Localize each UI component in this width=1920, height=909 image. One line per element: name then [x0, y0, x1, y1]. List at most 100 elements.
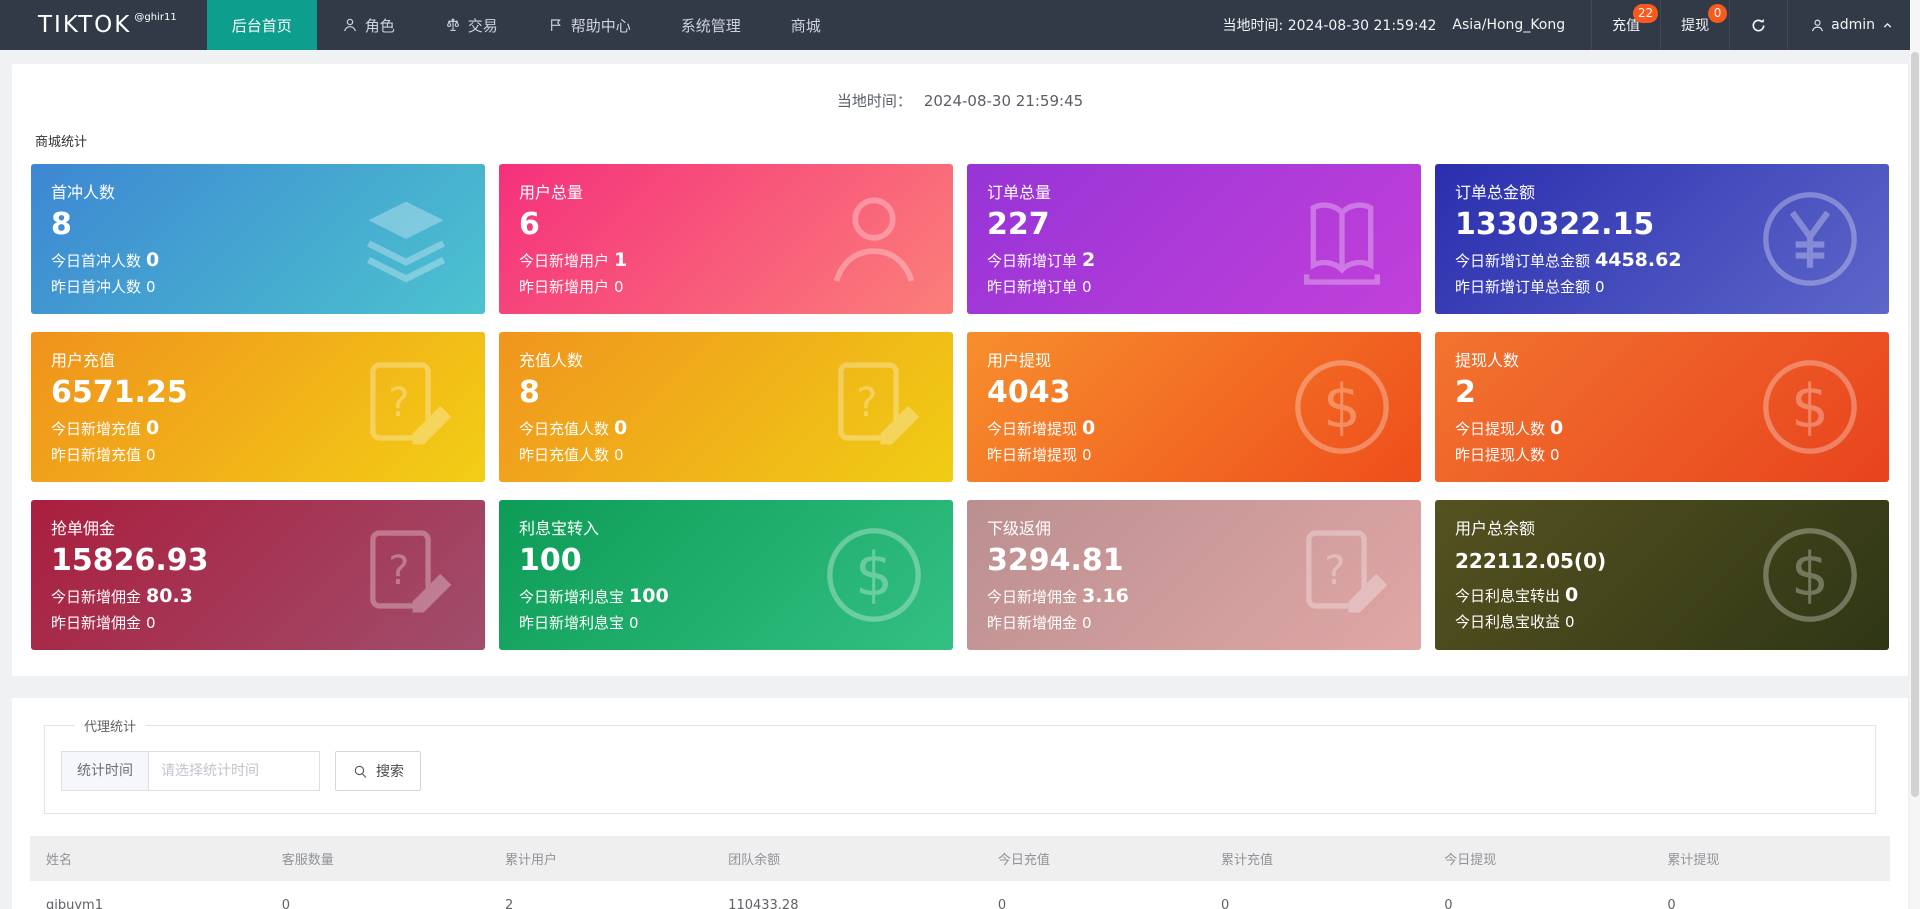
card-line-today-label: 今日新增订单 [987, 251, 1078, 270]
stat-card-9: 利息宝转入 100 今日新增利息宝 100 昨日新增利息宝 0 $ [499, 500, 953, 650]
flag-icon [548, 17, 564, 33]
stat-card-6: 用户提现 4043 今日新增提现 0 昨日新增提现 0 $ [967, 332, 1421, 482]
card-line-yesterday-label: 昨日新增利息宝 [519, 613, 625, 632]
card-line-yesterday-label: 昨日首冲人数 [51, 277, 142, 296]
nav-item-4[interactable]: 系统管理 [656, 0, 766, 50]
table-cell: 0 [1657, 881, 1890, 909]
card-line-today-value: 0 [1550, 416, 1564, 439]
card-line-today-value: 1 [614, 248, 628, 271]
table-cell: 2 [494, 881, 719, 909]
svg-text:?: ? [1324, 548, 1345, 594]
card-line-today-label: 今日利息宝转出 [1455, 587, 1561, 605]
stat-card-11: 用户总余额 222112.05(0) 今日利息宝转出 0 今日利息宝收益 0 $ [1435, 500, 1889, 650]
edit-doc-icon: ? [353, 354, 459, 460]
stat-card-10: 下级返佣 3294.81 今日新增佣金 3.16 昨日新增佣金 0? [967, 500, 1421, 650]
stats-section-title: 商城统计 [35, 135, 88, 150]
edit-doc-icon: ? [353, 522, 459, 628]
card-line-today-value: 0 [1565, 584, 1579, 606]
dollar-icon: $ [1289, 354, 1395, 460]
card-line-today-value: 2 [1082, 248, 1096, 271]
table-header-cell: 累计充值 [1211, 836, 1435, 881]
navbar-local-time-value: 2024-08-30 21:59:42 [1287, 18, 1437, 34]
table-header-cell: 累计用户 [494, 836, 719, 881]
scrollbar-thumb[interactable] [1911, 52, 1919, 798]
recharge-badge: 22 [1632, 4, 1659, 23]
dollar-icon: $ [821, 522, 927, 628]
stat-time-label: 统计时间 [61, 751, 148, 791]
card-line-yesterday-value: 0 [1595, 277, 1605, 296]
navbar-timezone: Asia/Hong_Kong [1452, 17, 1566, 33]
main-content: 当地时间： 2024-08-30 21:59:45 商城统计 首冲人数 8 今日首冲人… [0, 64, 1920, 909]
table-header-cell: 姓名 [30, 836, 272, 881]
svg-text:$: $ [855, 541, 893, 610]
agent-table-head: 姓名 客服数量 累计用户 团队余额 今日充值 累计充值 今日提现 累计提现 [30, 836, 1890, 881]
card-line-yesterday-value: 0 [629, 613, 639, 632]
agent-fieldset: 代理统计 统计时间 搜索 [44, 716, 1876, 814]
scrollbar-track[interactable] [1910, 0, 1920, 909]
card-line-yesterday-value: 0 [146, 613, 156, 632]
card-line-yesterday-label: 昨日新增充值 [51, 445, 142, 464]
nav-menu: 后台首页 角色 交易 帮助中心 系统管理 商城 [206, 0, 846, 50]
card-line-today-label: 今日新增用户 [519, 251, 610, 270]
dollar-icon: $ [1757, 522, 1863, 628]
card-line-today-label: 今日新增订单总金额 [1455, 251, 1591, 270]
card-line-yesterday-value: 0 [614, 277, 624, 296]
card-line-today-label: 今日新增佣金 [51, 587, 142, 606]
stat-card-3: 订单总金额 1330322.15 今日新增订单总金额 4458.62 昨日新增订单总金额… [1435, 164, 1889, 314]
app-logo[interactable]: TIKTOK @ghir11 [0, 0, 207, 50]
yen-icon [1757, 186, 1863, 292]
table-cell: 0 [987, 881, 1212, 909]
nav-item-5[interactable]: 商城 [766, 0, 846, 50]
recharge-link[interactable]: 充值 22 [1591, 0, 1660, 50]
refresh-button[interactable] [1729, 0, 1787, 50]
nav-item-label: 交易 [467, 16, 498, 35]
table-row: qibuym1 0 2 110433.28 0 0 0 0 [30, 881, 1890, 909]
person-icon [1810, 18, 1825, 33]
table-header-cell: 累计提现 [1657, 836, 1890, 881]
stat-card-7: 提现人数 2 今日提现人数 0 昨日提现人数 0 $ [1435, 332, 1889, 482]
table-cell: qibuym1 [30, 881, 272, 909]
card-line-yesterday-label: 今日利息宝收益 [1455, 613, 1561, 631]
table-header-cell: 客服数量 [271, 836, 495, 881]
card-line-today-label: 今日新增利息宝 [519, 587, 625, 606]
nav-item-label: 系统管理 [680, 16, 741, 35]
user-menu[interactable]: admin [1787, 0, 1920, 50]
user-icon [342, 17, 358, 33]
nav-item-2[interactable]: 交易 [420, 0, 523, 50]
navbar-local-time-label: 当地时间: [1222, 18, 1284, 34]
nav-item-1[interactable]: 角色 [317, 0, 420, 50]
card-line-today-value: 80.3 [146, 584, 193, 607]
card-line-yesterday-label: 昨日新增订单 [987, 277, 1078, 296]
search-button-label: 搜索 [376, 764, 404, 780]
svg-text:?: ? [388, 380, 409, 426]
card-line-today-value: 4458.62 [1595, 248, 1682, 271]
nav-item-0[interactable]: 后台首页 [206, 0, 317, 50]
svg-text:?: ? [388, 548, 409, 594]
search-button[interactable]: 搜索 [335, 751, 421, 791]
svg-text:$: $ [1791, 373, 1829, 442]
svg-text:?: ? [856, 380, 877, 426]
card-line-today-label: 今日首冲人数 [51, 251, 142, 270]
agent-search-form: 统计时间 搜索 [61, 751, 1859, 791]
card-line-yesterday-value: 0 [1082, 613, 1092, 632]
card-line-yesterday-value: 0 [1550, 445, 1560, 464]
agent-panel: 代理统计 统计时间 搜索 姓名客服数量累计用户团队余额今日充值累计充值今日提现累… [12, 698, 1908, 909]
card-line-yesterday-label: 昨日新增佣金 [987, 613, 1078, 632]
nav-item-label: 角色 [364, 16, 395, 35]
stat-time-input[interactable] [148, 751, 320, 791]
top-navbar: TIKTOK @ghir11 后台首页 角色 交易 帮助中心 系统管理 商城 当地时间: … [0, 0, 1920, 50]
withdraw-label: 提现 [1681, 18, 1710, 34]
stat-card-4: 用户充值 6571.25 今日新增充值 0 昨日新增充值 0? [31, 332, 485, 482]
nav-item-3[interactable]: 帮助中心 [523, 0, 656, 50]
card-line-yesterday-value: 0 [146, 277, 156, 296]
withdraw-link[interactable]: 提现 0 [1660, 0, 1729, 50]
layers-icon [353, 186, 459, 292]
agent-table: 姓名 客服数量 累计用户 团队余额 今日充值 累计充值 今日提现 累计提现 qibuym1 0 2… [30, 836, 1890, 909]
local-time-display: 当地时间： 2024-08-30 21:59:45 [31, 82, 1889, 131]
card-line-yesterday-label: 昨日提现人数 [1455, 445, 1546, 464]
refresh-icon [1750, 17, 1767, 34]
card-line-today-label: 今日提现人数 [1455, 419, 1546, 438]
card-line-today-value: 0 [146, 248, 160, 271]
table-cell: 0 [271, 881, 495, 909]
table-cell: 0 [1211, 881, 1435, 909]
